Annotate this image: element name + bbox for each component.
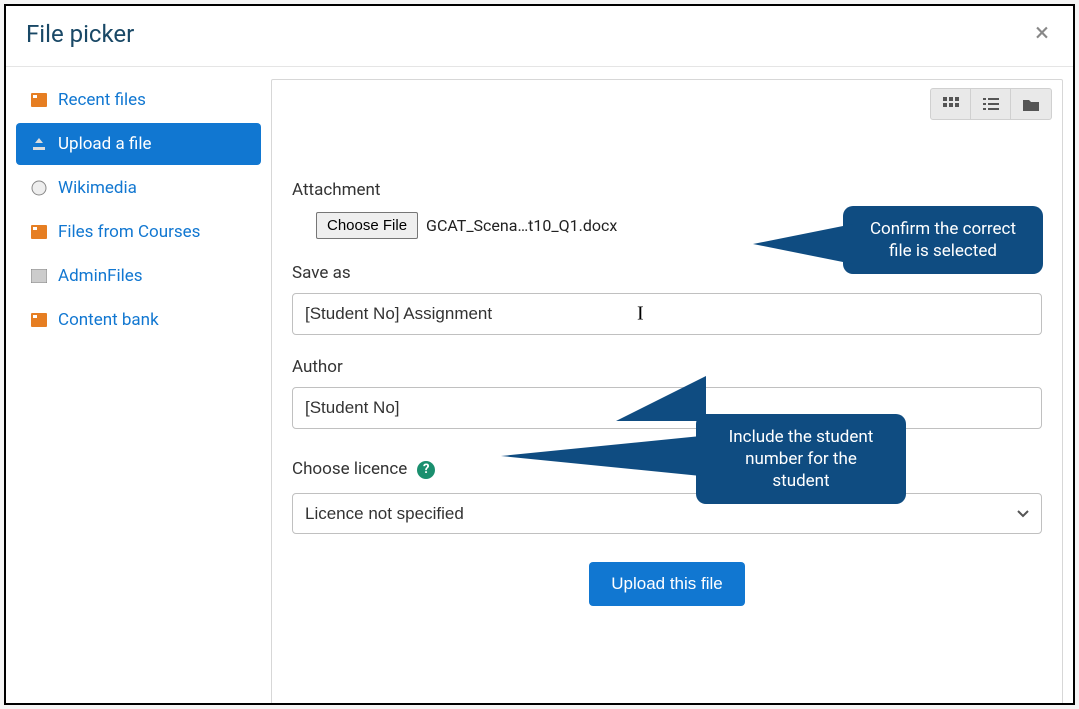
- sidebar-item-recent-files[interactable]: Recent files: [16, 79, 261, 121]
- sidebar-item-files-from-courses[interactable]: Files from Courses: [16, 211, 261, 253]
- sidebar-item-content-bank[interactable]: Content bank: [16, 299, 261, 341]
- recent-files-icon: [30, 91, 48, 109]
- file-picker-modal: File picker × Recent files Upload a file: [4, 4, 1075, 705]
- sidebar-item-label: Upload a file: [58, 134, 151, 154]
- sidebar-item-label: Wikimedia: [58, 178, 137, 198]
- sidebar-item-label: Recent files: [58, 90, 146, 110]
- folder-view-icon[interactable]: [1011, 89, 1051, 119]
- courses-icon: [30, 223, 48, 241]
- annotation-confirm-file: Confirm the correct file is selected: [843, 206, 1043, 274]
- chosen-file-name: GCAT_Scena…t10_Q1.docx: [426, 216, 617, 235]
- modal-title: File picker: [26, 20, 134, 48]
- attachment-label: Attachment: [292, 180, 1042, 200]
- view-toggle: [930, 88, 1052, 120]
- admin-files-icon: [30, 267, 48, 285]
- sidebar-item-label: AdminFiles: [58, 266, 143, 286]
- sidebar-item-upload-file[interactable]: Upload a file: [16, 123, 261, 165]
- author-label: Author: [292, 357, 1042, 377]
- licence-label: Choose licence: [292, 459, 407, 479]
- modal-header: File picker ×: [6, 6, 1073, 67]
- sidebar-item-label: Files from Courses: [58, 222, 200, 242]
- choose-file-button[interactable]: Choose File: [316, 212, 418, 239]
- repo-sidebar: Recent files Upload a file Wikimedia Fil…: [16, 79, 271, 705]
- content-bank-icon: [30, 311, 48, 329]
- close-icon[interactable]: ×: [1031, 20, 1053, 46]
- licence-select[interactable]: Licence not specified: [292, 493, 1042, 534]
- upload-file-button[interactable]: Upload this file: [589, 562, 745, 606]
- modal-body: Recent files Upload a file Wikimedia Fil…: [6, 67, 1073, 705]
- sidebar-item-wikimedia[interactable]: Wikimedia: [16, 167, 261, 209]
- submit-row: Upload this file: [292, 562, 1042, 606]
- upload-icon: [30, 135, 48, 153]
- sidebar-item-label: Content bank: [58, 310, 159, 330]
- save-as-input[interactable]: [292, 293, 1042, 335]
- sidebar-item-admin-files[interactable]: AdminFiles: [16, 255, 261, 297]
- annotation-student-number: Include the student number for the stude…: [696, 414, 906, 504]
- list-view-icon[interactable]: [971, 89, 1011, 119]
- wikimedia-icon: [30, 179, 48, 197]
- grid-view-icon[interactable]: [931, 89, 971, 119]
- help-icon[interactable]: ?: [417, 461, 435, 479]
